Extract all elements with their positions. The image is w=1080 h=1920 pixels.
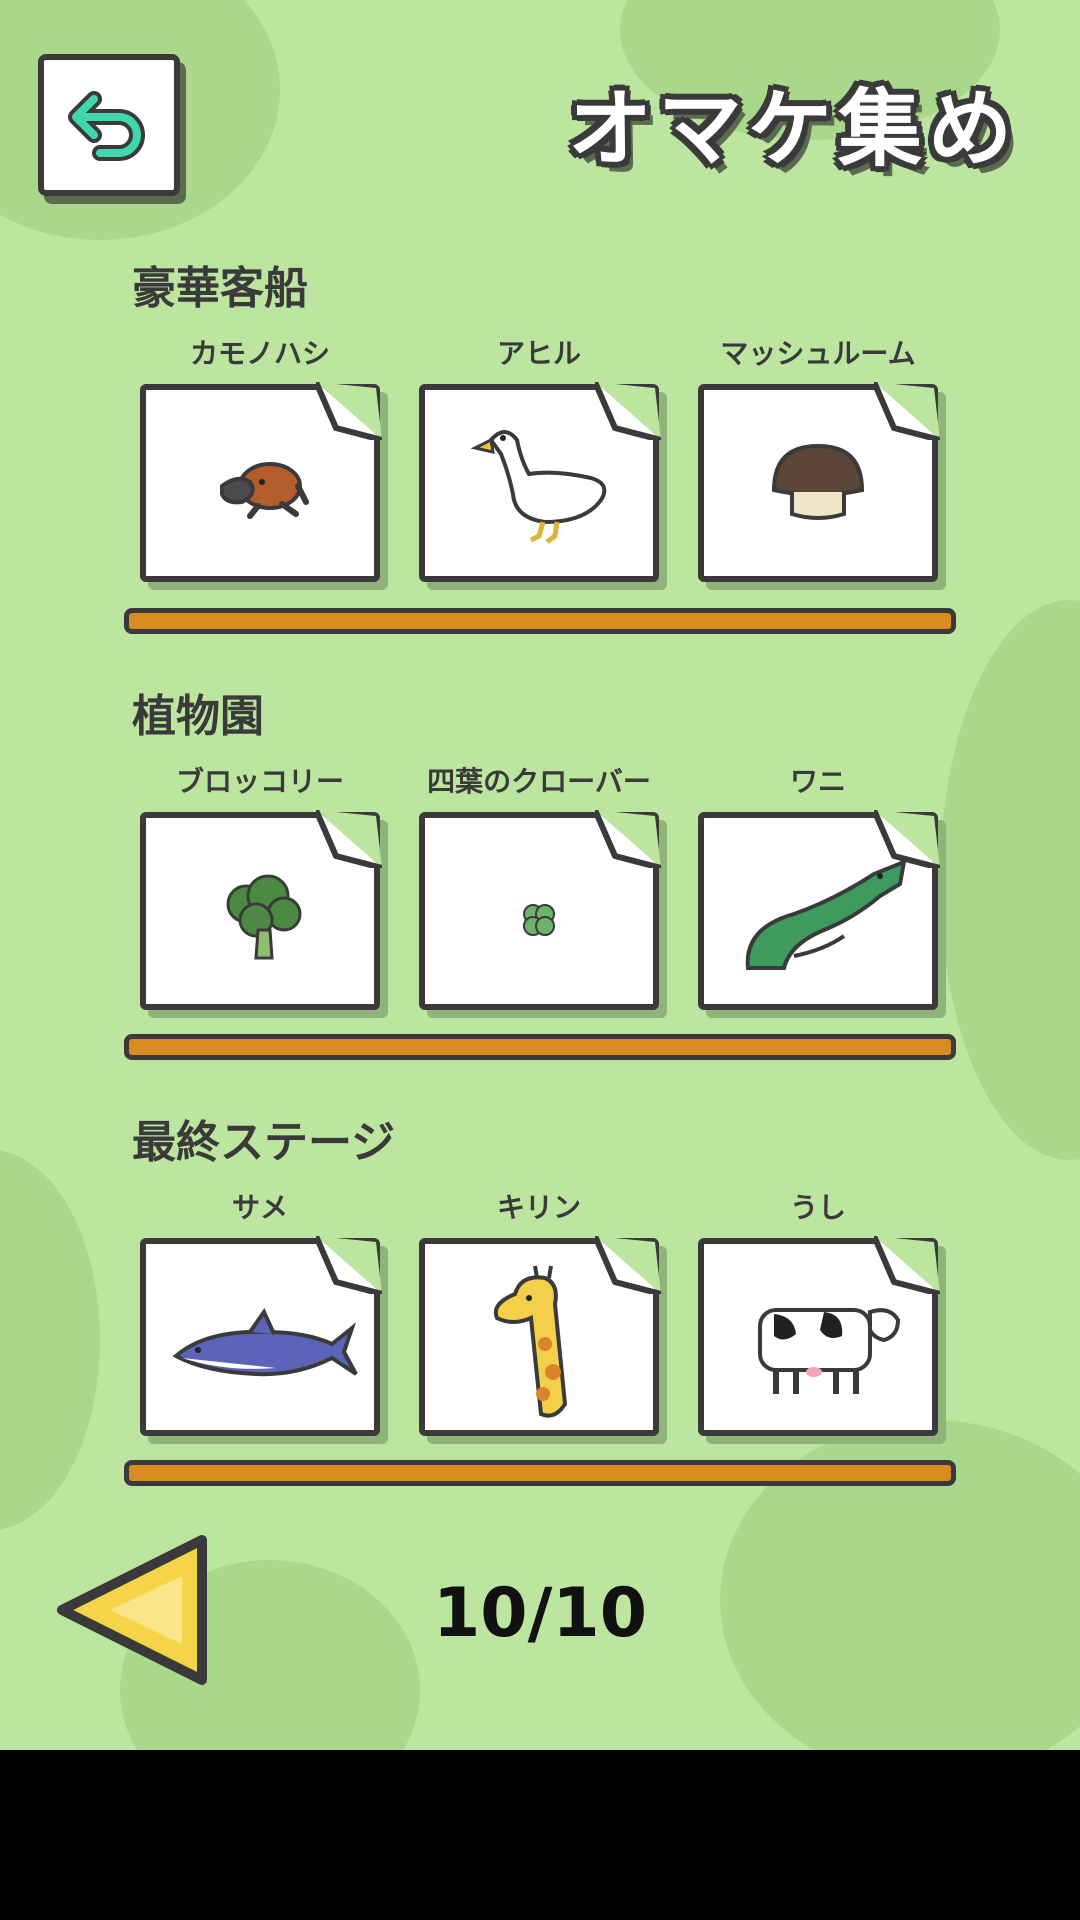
page-fold-decoration	[316, 382, 382, 440]
item-card[interactable]	[698, 1236, 940, 1436]
page-fold-decoration	[316, 810, 382, 868]
item-card[interactable]	[698, 810, 940, 1010]
shelf	[124, 1034, 956, 1060]
page-fold-decoration	[595, 1236, 661, 1294]
page-fold-decoration	[874, 810, 940, 868]
page-fold-decoration	[595, 382, 661, 440]
item-card[interactable]	[140, 810, 382, 1010]
item-label: カモノハシ	[189, 337, 330, 370]
page-title: オマケ集め	[567, 80, 1018, 178]
item-card[interactable]	[419, 1236, 661, 1436]
item-card[interactable]	[140, 382, 382, 582]
shelf	[124, 608, 956, 634]
item-label: ワニ	[789, 765, 846, 798]
item-label: ブロッコリー	[175, 765, 344, 798]
page-indicator: 10/10	[432, 1574, 648, 1653]
page-fold-decoration	[595, 810, 661, 868]
page-fold-decoration	[874, 382, 940, 440]
page-fold-decoration	[316, 1236, 382, 1294]
item-label: マッシュルーム	[720, 337, 916, 370]
item-card[interactable]	[698, 382, 940, 582]
section-title: 豪華客船	[132, 263, 308, 314]
back-button[interactable]	[38, 54, 180, 196]
section-title: 最終ステージ	[132, 1117, 396, 1168]
bg-blob	[940, 600, 1080, 1160]
page-fold-decoration	[874, 1236, 940, 1294]
item-label: うし	[789, 1191, 846, 1224]
section-title: 植物園	[132, 691, 264, 742]
item-label: キリン	[496, 1191, 581, 1224]
item-label: 四葉のクローバー	[427, 765, 651, 798]
item-label: アヒル	[496, 337, 581, 370]
return-arrow-icon	[68, 91, 145, 161]
bg-blob	[0, 1150, 100, 1530]
game-screen: オマケ集め 豪華客船 カモノハシ アヒル マッシュルーム 植物園 ブロッコリー …	[0, 0, 1080, 1750]
item-card[interactable]	[419, 382, 661, 582]
item-card[interactable]	[140, 1236, 382, 1436]
item-card[interactable]	[419, 810, 661, 1010]
shelf	[124, 1460, 956, 1486]
item-label: サメ	[231, 1191, 288, 1224]
